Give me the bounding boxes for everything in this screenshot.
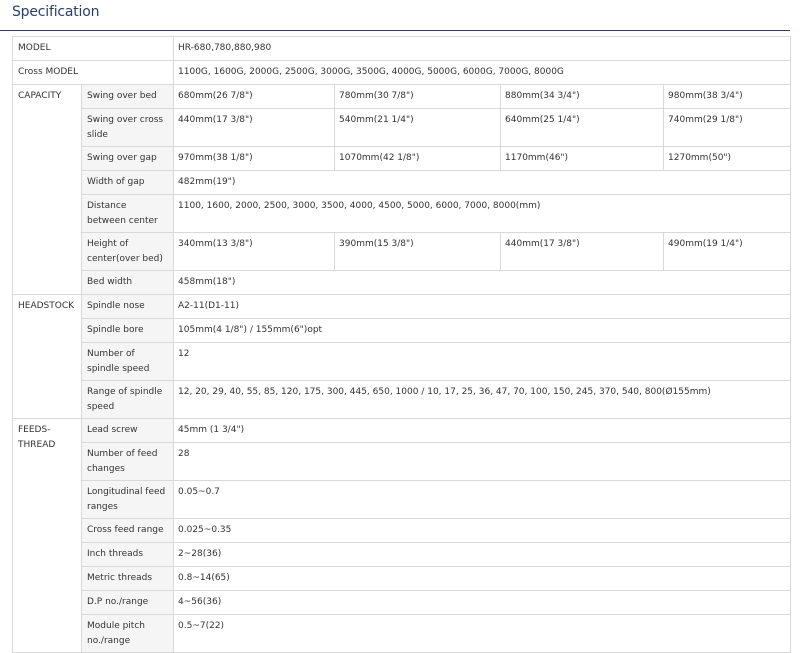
- row-value: 45mm (1 3/4"): [173, 418, 792, 443]
- row-label: Distance between center: [80, 194, 175, 233]
- row-label: D.P no./range: [80, 590, 175, 615]
- row-label: Number of spindle speed: [80, 342, 175, 381]
- row-label: Range of spindle speed: [80, 380, 175, 419]
- table-row-spindle-bore: Spindle bore 105mm(4 1/8") / 155mm(6")op…: [13, 318, 792, 343]
- cell-value: 970mm(38 1/8"): [173, 146, 336, 171]
- row-value: 4~56(36): [173, 590, 792, 615]
- table-row-model: MODEL HR-680,780,880,980: [11, 36, 792, 61]
- row-value: 1100, 1600, 2000, 2500, 3000, 3500, 4000…: [173, 194, 792, 233]
- cell-value: 1270mm(50"): [663, 146, 792, 171]
- table-row-dp-range: D.P no./range 4~56(36): [13, 590, 792, 615]
- table-row-inch-threads: Inch threads 2~28(36): [13, 542, 792, 567]
- table-row-number-of-feed-changes: Number of feed changes 28: [13, 442, 792, 481]
- table-row-number-of-spindle-speed: Number of spindle speed 12: [13, 342, 792, 381]
- cell-value: 340mm(13 3/8"): [173, 232, 336, 271]
- row-label: Bed width: [80, 270, 175, 295]
- specification-table: MODEL HR-680,780,880,980 Cross MODEL 110…: [11, 36, 792, 653]
- cell-value: 1070mm(42 1/8"): [334, 146, 502, 171]
- row-label: Lead screw: [80, 418, 175, 443]
- row-value: 458mm(18"): [173, 270, 792, 295]
- table-row-range-of-spindle-speed: Range of spindle speed 12, 20, 29, 40, 5…: [13, 380, 792, 419]
- table-row-spindle-nose: HEADSTOCK Spindle nose A2-11(D1-11): [12, 294, 792, 419]
- category-headstock: HEADSTOCK: [12, 294, 82, 419]
- row-value: A2-11(D1-11): [173, 294, 792, 319]
- table-row-swing-over-cross-slide: Swing over cross slide 440mm(17 3/8") 54…: [13, 108, 792, 147]
- table-row-longitudinal-feed-ranges: Longitudinal feed ranges 0.05~0.7: [13, 480, 792, 519]
- row-value: 0.5~7(22): [173, 614, 792, 653]
- cell-value: 390mm(15 3/8"): [334, 232, 502, 271]
- row-label: Number of feed changes: [80, 442, 175, 481]
- table-row-cross-model: Cross MODEL 1100G, 1600G, 2000G, 2500G, …: [11, 60, 792, 85]
- row-label: Width of gap: [80, 170, 175, 195]
- row-label: MODEL: [11, 36, 175, 61]
- row-value: 28: [173, 442, 792, 481]
- title-divider: [0, 30, 790, 31]
- row-value: 0.05~0.7: [173, 480, 792, 519]
- row-label: Longitudinal feed ranges: [80, 480, 175, 519]
- row-label: Height of center(over bed): [80, 232, 175, 271]
- cell-value: 780mm(30 7/8"): [334, 84, 502, 109]
- row-value: 12: [173, 342, 792, 381]
- table-row-swing-over-gap: Swing over gap 970mm(38 1/8") 1070mm(42 …: [13, 146, 792, 171]
- cell-value: 740mm(29 1/8"): [663, 108, 792, 147]
- row-value: HR-680,780,880,980: [173, 36, 792, 61]
- row-label: Swing over gap: [80, 146, 175, 171]
- cell-value: 490mm(19 1/4"): [663, 232, 792, 271]
- table-row-bed-width: Bed width 458mm(18"): [13, 270, 792, 295]
- row-value: 0.8~14(65): [173, 566, 792, 591]
- row-value: 1100G, 1600G, 2000G, 2500G, 3000G, 3500G…: [173, 60, 792, 85]
- row-label: Spindle nose: [80, 294, 175, 319]
- cell-value: 1170mm(46"): [500, 146, 665, 171]
- row-value: 12, 20, 29, 40, 55, 85, 120, 175, 300, 4…: [173, 380, 792, 419]
- page-title: Specification: [12, 4, 100, 20]
- cell-value: 440mm(17 3/8"): [173, 108, 336, 147]
- cell-value: 640mm(25 1/4"): [500, 108, 665, 147]
- row-value: 105mm(4 1/8") / 155mm(6")opt: [173, 318, 792, 343]
- table-row-cross-feed-range: Cross feed range 0.025~0.35: [13, 518, 792, 543]
- table-row-distance-between-center: Distance between center 1100, 1600, 2000…: [13, 194, 792, 233]
- row-label: Inch threads: [80, 542, 175, 567]
- cell-value: 540mm(21 1/4"): [334, 108, 502, 147]
- row-value: 482mm(19"): [173, 170, 792, 195]
- cell-value: 680mm(26 7/8"): [173, 84, 336, 109]
- row-value: 2~28(36): [173, 542, 792, 567]
- table-row-height-of-center: Height of center(over bed) 340mm(13 3/8"…: [13, 232, 792, 271]
- row-label: Spindle bore: [80, 318, 175, 343]
- cell-value: 880mm(34 3/4"): [500, 84, 665, 109]
- table-row-module-pitch: Module pitch no./range 0.5~7(22): [13, 614, 792, 653]
- cell-value: 980mm(38 3/4"): [663, 84, 792, 109]
- row-label: Metric threads: [80, 566, 175, 591]
- cell-value: 440mm(17 3/8"): [500, 232, 665, 271]
- row-value: 0.025~0.35: [173, 518, 792, 543]
- table-row-width-of-gap: Width of gap 482mm(19"): [13, 170, 792, 195]
- table-row-lead-screw: FEEDS-THREAD Lead screw 45mm (1 3/4"): [12, 418, 792, 653]
- row-label: Swing over bed: [80, 84, 175, 109]
- row-label: Module pitch no./range: [80, 614, 175, 653]
- category-feeds-thread: FEEDS-THREAD: [12, 418, 82, 653]
- row-label: Swing over cross slide: [80, 108, 175, 147]
- category-capacity: CAPACITY: [12, 84, 82, 295]
- row-label: Cross MODEL: [11, 60, 175, 85]
- table-row-swing-over-bed: CAPACITY Swing over bed 680mm(26 7/8") 7…: [12, 84, 792, 295]
- row-label: Cross feed range: [80, 518, 175, 543]
- table-row-metric-threads: Metric threads 0.8~14(65): [13, 566, 792, 591]
